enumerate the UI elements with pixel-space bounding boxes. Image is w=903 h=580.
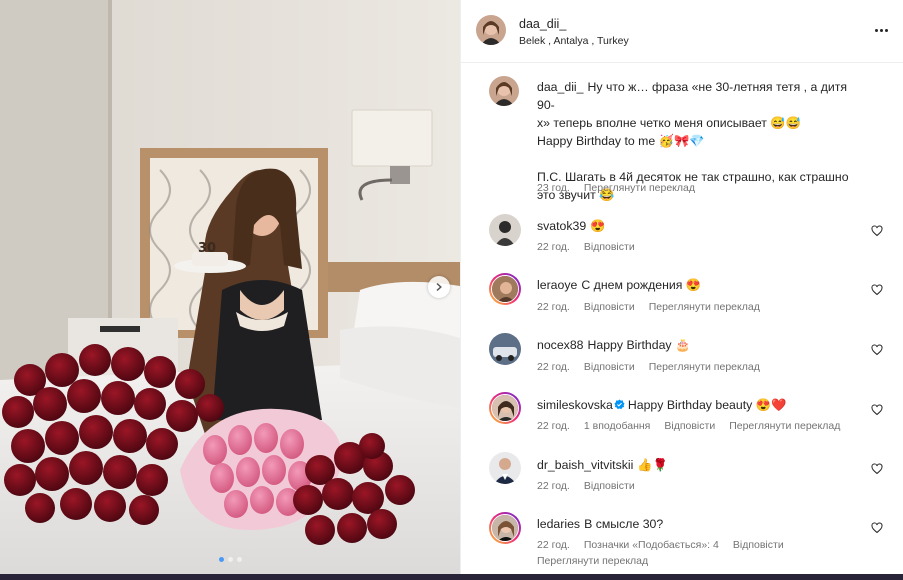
reply-link[interactable]: Відповісти: [733, 539, 784, 551]
comment-username[interactable]: nocex88: [537, 338, 584, 352]
carousel-next-button[interactable]: [428, 276, 450, 298]
comment-body: 👍🌹: [637, 458, 668, 472]
caption-line: [537, 150, 867, 168]
more-options-button[interactable]: [873, 22, 889, 38]
reply-link[interactable]: Відповісти: [584, 480, 635, 492]
comment-time: 22 год.: [537, 420, 570, 432]
comment-username[interactable]: dr_baish_vitvitskii: [537, 458, 633, 472]
heart-outline-icon[interactable]: [871, 225, 883, 237]
author-username[interactable]: daa_dii_: [519, 17, 566, 31]
comment-avatar[interactable]: [489, 392, 521, 424]
translate-link[interactable]: Переглянути переклад: [537, 555, 648, 567]
bottom-strip: [0, 574, 903, 580]
comment-meta: 22 год. Відповісти Переглянути переклад: [537, 301, 774, 313]
caption-line: х» теперь вполне четко меня описывает 😅😅: [537, 116, 801, 130]
translate-link[interactable]: Переглянути переклад: [649, 301, 760, 313]
carousel-dot-2: [227, 557, 233, 562]
comment-username[interactable]: svatok39: [537, 219, 586, 233]
heart-outline-icon[interactable]: [871, 463, 883, 475]
comment-username[interactable]: simileskovska: [537, 398, 613, 412]
caption-translate-link[interactable]: Переглянути переклад: [584, 182, 695, 194]
reply-link[interactable]: Відповісти: [584, 361, 635, 373]
comment-meta: 22 год. Відповісти: [537, 241, 649, 253]
comment-time: 22 год.: [537, 301, 570, 313]
translate-link[interactable]: Переглянути переклад: [729, 420, 840, 432]
verified-badge-icon: [614, 399, 625, 410]
chevron-right-icon: [436, 282, 442, 292]
comment-avatar[interactable]: [489, 214, 521, 246]
comment-text-row: leraoye С днем рождения 😍: [537, 278, 701, 293]
comment-text-row: ledaries В смысле 30?: [537, 517, 663, 531]
comment-text-row: nocex88 Happy Birthday 🎂: [537, 338, 690, 353]
reply-link[interactable]: Відповісти: [584, 301, 635, 313]
reply-link[interactable]: Відповісти: [664, 420, 715, 432]
svg-text:30: 30: [198, 241, 216, 256]
post-location[interactable]: Belek , Antalya , Turkey: [519, 35, 629, 47]
post-photo[interactable]: 30: [0, 0, 460, 580]
comment-meta: 22 год. Відповісти: [537, 480, 649, 492]
comment-time: 22 год.: [537, 241, 570, 253]
comment-meta: 22 год. Відповісти Переглянути переклад: [537, 361, 774, 373]
likes-count-link[interactable]: Позначки «Подобається»: 4: [584, 539, 719, 551]
caption-time: 23 год.: [537, 182, 570, 194]
caption-username[interactable]: daa_dii_: [537, 80, 584, 94]
translate-link[interactable]: Переглянути переклад: [649, 361, 760, 373]
author-avatar[interactable]: [476, 15, 506, 45]
comment-time: 22 год.: [537, 361, 570, 373]
comment-body: 😍: [590, 219, 606, 233]
carousel-dot-1: [218, 557, 224, 562]
comment-time: 22 год.: [537, 539, 570, 551]
comment-avatar[interactable]: [489, 333, 521, 365]
comment-text-row: dr_baish_vitvitskii 👍🌹: [537, 458, 668, 473]
comment-meta-second-line: Переглянути переклад: [537, 555, 662, 567]
carousel-indicator: [0, 557, 460, 562]
heart-outline-icon[interactable]: [871, 522, 883, 534]
comment-username[interactable]: leraoye: [537, 278, 577, 292]
reply-link[interactable]: Відповісти: [584, 241, 635, 253]
heart-outline-icon[interactable]: [871, 284, 883, 296]
comment-meta: 22 год. Позначки «Подобається»: 4 Відповіс…: [537, 539, 798, 551]
caption-avatar[interactable]: [489, 76, 519, 106]
comment-time: 22 год.: [537, 480, 570, 492]
post-side-panel: daa_dii_ Belek , Antalya , Turkey daa_di…: [460, 0, 903, 574]
photo-image: 30: [0, 0, 460, 580]
caption-line: Happy Birthday to me 🥳🎀💎: [537, 134, 705, 148]
more-options-icon: [874, 28, 878, 32]
carousel-dot-3: [236, 557, 242, 562]
heart-outline-icon[interactable]: [871, 344, 883, 356]
comment-body: Happy Birthday beauty 😍❤️: [627, 398, 787, 412]
caption-meta: 23 год. Переглянути переклад: [537, 182, 709, 194]
comment-avatar[interactable]: [489, 512, 521, 544]
comment-body: В смысле 30?: [584, 517, 664, 531]
comment-body: С днем рождения 😍: [581, 278, 702, 292]
heart-outline-icon[interactable]: [871, 404, 883, 416]
comment-body: Happy Birthday 🎂: [587, 338, 691, 352]
comment-text-row: svatok39 😍: [537, 219, 606, 234]
comment-avatar[interactable]: [489, 273, 521, 305]
comment-meta: 22 год. 1 вподобання Відповісти Переглянути…: [537, 420, 854, 432]
comment-avatar[interactable]: [489, 452, 521, 484]
comment-text-row: simileskovska Happy Birthday beauty 😍❤️: [537, 398, 786, 413]
post-header: daa_dii_ Belek , Antalya , Turkey: [461, 0, 903, 63]
likes-count-link[interactable]: 1 вподобання: [584, 420, 651, 432]
comment-username[interactable]: ledaries: [537, 517, 580, 531]
